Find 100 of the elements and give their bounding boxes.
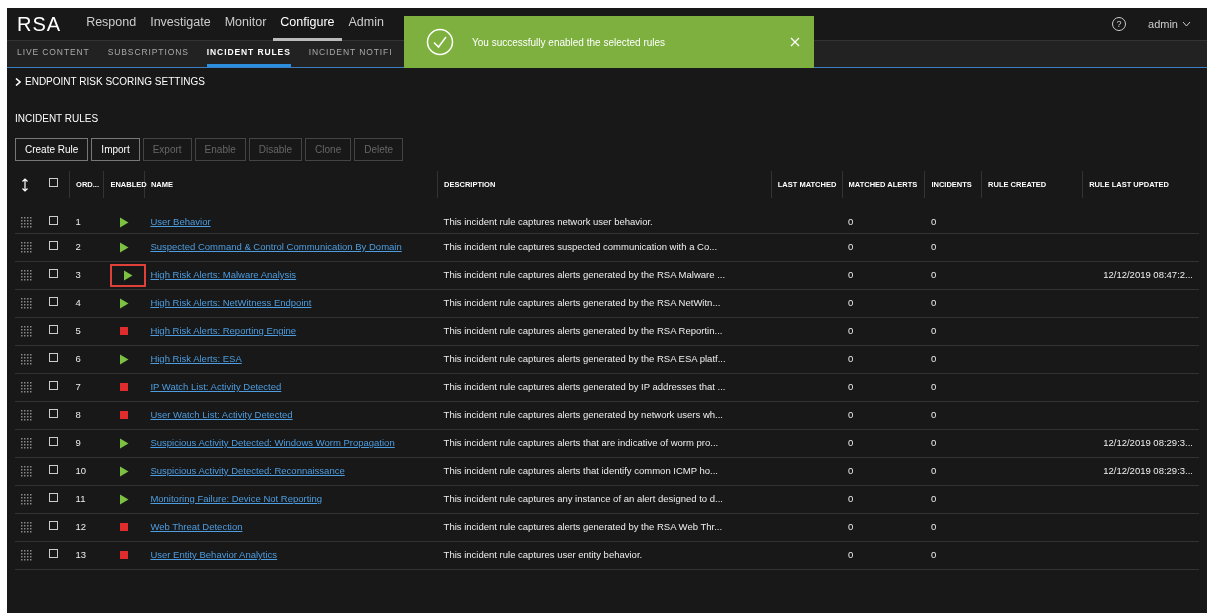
row-checkbox[interactable]	[49, 408, 59, 418]
rule-name-link[interactable]: High Risk Alerts: Malware Analysis	[150, 268, 297, 280]
rule-description: This incident rule captures alerts generated by the RSA Reportin...	[443, 324, 723, 336]
order-number: 2	[75, 240, 81, 252]
order-number: 5	[75, 324, 81, 336]
endpoint-settings-toggle[interactable]: ENDPOINT RISK SCORING SETTINGS	[15, 74, 205, 89]
matched-alerts-count: 0	[848, 268, 854, 280]
drag-handle-icon[interactable]	[21, 325, 32, 337]
rule-description: This incident rule captures alerts that identify common ICMP ho...	[443, 464, 718, 476]
drag-handle-icon[interactable]	[21, 549, 32, 561]
order-number: 12	[75, 520, 87, 532]
rule-description: This incident rule captures network user behavior.	[443, 216, 653, 228]
drag-handle-icon[interactable]	[21, 493, 32, 505]
nav-tab[interactable]: Investigate	[143, 7, 218, 41]
incidents-count: 0	[930, 548, 937, 560]
rule-name-link[interactable]: High Risk Alerts: Reporting Engine	[150, 324, 297, 336]
drag-handle-icon[interactable]	[21, 241, 32, 253]
drag-handle-icon[interactable]	[21, 465, 32, 477]
order-number: 13	[75, 548, 87, 560]
rule-description: This incident rule captures alerts generated by network users wh...	[443, 408, 723, 420]
row-checkbox[interactable]	[49, 216, 59, 226]
drag-handle-icon[interactable]	[21, 217, 32, 229]
matched-alerts-count: 0	[848, 520, 854, 532]
drag-handle-icon[interactable]	[21, 269, 32, 281]
incidents-count: 0	[930, 216, 937, 228]
order-number: 1	[75, 216, 81, 228]
rule-name-link[interactable]: Monitoring Failure: Device Not Reporting	[150, 492, 322, 504]
chevron-icon	[15, 77, 21, 86]
incidents-count: 0	[930, 324, 937, 336]
drag-handle-icon[interactable]	[21, 409, 32, 421]
incidents-count: 0	[930, 492, 937, 504]
drag-handle-icon[interactable]	[21, 353, 32, 365]
drag-handle-icon[interactable]	[21, 437, 32, 449]
rule-description: This incident rule captures suspected communication with a Co...	[443, 240, 718, 252]
sort-arrows-icon[interactable]	[21, 177, 29, 192]
row-checkbox[interactable]	[49, 492, 59, 502]
toast-message: You successfully enabled the selected rules	[472, 35, 667, 50]
row-checkbox[interactable]	[49, 464, 59, 474]
row-checkbox[interactable]	[49, 324, 59, 334]
rule-description: This incident rule captures alerts generated by the RSA Web Thr...	[443, 520, 723, 532]
row-checkbox[interactable]	[49, 520, 59, 530]
close-icon[interactable]	[790, 37, 800, 47]
row-checkbox[interactable]	[49, 296, 59, 306]
sub-nav-tab[interactable]: INCIDENT RULES	[206, 41, 291, 67]
rule-description: This incident rule captures any instance of an alert designed to d...	[443, 492, 723, 504]
nav-tab[interactable]: Respond	[79, 7, 144, 41]
order-number: 6	[75, 352, 81, 364]
drag-handle-icon[interactable]	[21, 521, 32, 533]
incidents-count: 0	[930, 380, 937, 392]
rule-name-link[interactable]: Suspicious Activity Detected: Windows Worm Propagation	[150, 436, 395, 448]
matched-alerts-count: 0	[848, 296, 854, 308]
rule-name-link[interactable]: Suspected Command & Control Communication By Domain	[150, 240, 402, 252]
rule-description: This incident rule captures user entity behavior.	[443, 548, 643, 560]
drag-handle-icon[interactable]	[21, 381, 32, 393]
sub-nav-tab[interactable]: LIVE CONTENT	[17, 41, 90, 67]
toolbar-button[interactable]: Import	[91, 138, 140, 161]
drag-handle-icon[interactable]	[21, 297, 32, 309]
nav-tab[interactable]: Admin	[341, 7, 391, 41]
row-checkbox[interactable]	[49, 352, 59, 362]
section-title: INCIDENT RULES	[15, 112, 100, 126]
rule-name-link[interactable]: User Watch List: Activity Detected	[150, 408, 293, 420]
matched-alerts-count: 0	[848, 216, 854, 228]
row-checkbox[interactable]	[49, 268, 59, 278]
order-number: 7	[75, 380, 81, 392]
logo: RSA	[17, 12, 62, 37]
order-number: 8	[75, 408, 81, 420]
row-checkbox[interactable]	[49, 548, 59, 558]
rule-name-link[interactable]: Web Threat Detection	[150, 520, 243, 532]
user-menu[interactable]: admin	[1142, 14, 1197, 34]
order-number: 4	[75, 296, 81, 308]
rule-name-link[interactable]: High Risk Alerts: NetWitness Endpoint	[150, 296, 312, 308]
order-number: 9	[75, 436, 81, 448]
rule-name-link[interactable]: High Risk Alerts: ESA	[150, 352, 242, 364]
matched-alerts-count: 0	[848, 408, 854, 420]
rule-name-link[interactable]: User Entity Behavior Analytics	[150, 548, 278, 560]
rule-description: This incident rule captures alerts that are indicative of worm pro...	[443, 436, 719, 448]
rule-description: This incident rule captures alerts generated by the RSA Malware ...	[443, 268, 726, 280]
rule-name-link[interactable]: IP Watch List: Activity Detected	[150, 380, 282, 392]
toolbar-button[interactable]: Create Rule	[15, 138, 89, 161]
incidents-count: 0	[930, 296, 937, 308]
incidents-count: 0	[930, 268, 937, 280]
incidents-count: 0	[930, 464, 937, 476]
nav-tab[interactable]: Monitor	[217, 7, 274, 41]
matched-alerts-count: 0	[848, 464, 854, 476]
row-checkbox[interactable]	[49, 240, 59, 250]
row-checkbox[interactable]	[49, 436, 59, 446]
rule-description: This incident rule captures alerts generated by the RSA NetWitn...	[443, 296, 721, 308]
last-updated-time: 12/12/2019 08:47:2...	[1103, 268, 1193, 280]
matched-alerts-count: 0	[848, 324, 854, 336]
incidents-count: 0	[930, 408, 937, 420]
last-updated-time: 12/12/2019 08:29:3...	[1103, 464, 1193, 476]
sub-nav-tab[interactable]: INCIDENT NOTIFI	[308, 41, 393, 67]
matched-alerts-count: 0	[848, 492, 854, 504]
select-all-checkbox[interactable]	[49, 178, 59, 188]
sub-nav-tab[interactable]: SUBSCRIPTIONS	[107, 41, 189, 67]
rule-name-link[interactable]: Suspicious Activity Detected: Reconnaissance	[150, 464, 345, 476]
rule-name-link[interactable]: User Behavior	[150, 216, 211, 228]
row-checkbox[interactable]	[49, 380, 59, 390]
rule-description: This incident rule captures alerts generated by IP addresses that ...	[443, 380, 726, 392]
matched-alerts-count: 0	[848, 380, 854, 392]
